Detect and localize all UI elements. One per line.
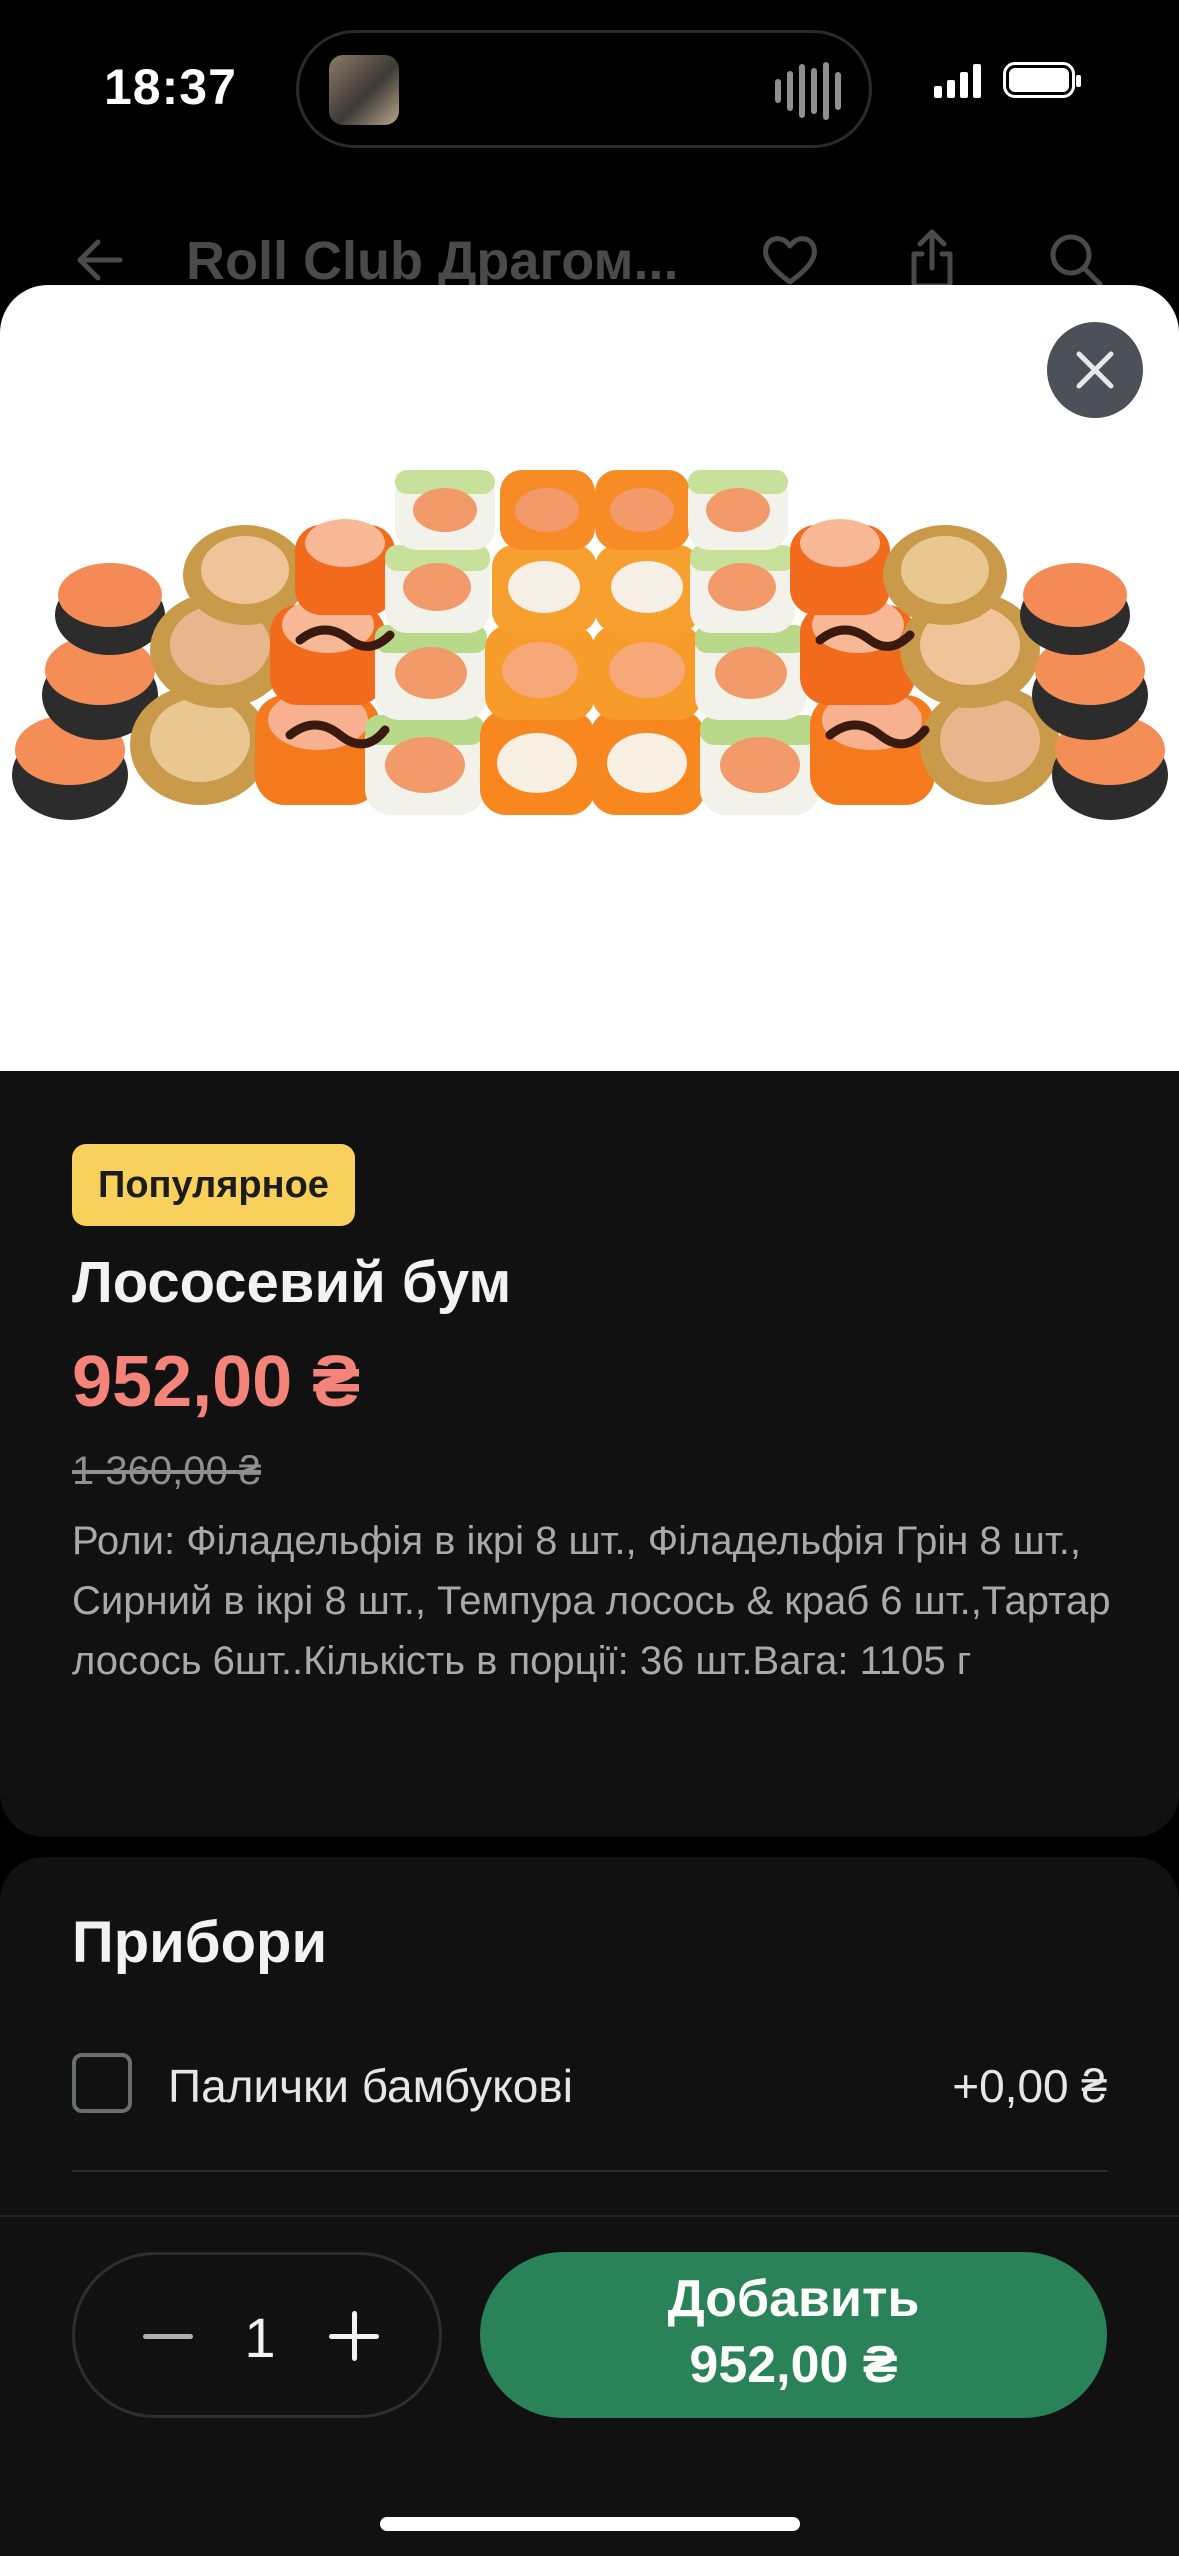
dynamic-island: [296, 30, 872, 148]
cellular-signal-icon: [934, 62, 981, 98]
add-button-price: 952,00 ₴: [689, 2336, 898, 2394]
status-bar: 18:37: [0, 0, 1179, 170]
popular-badge: Популярное: [72, 1144, 355, 1226]
restaurant-title: Roll Club Драгом...: [186, 231, 679, 291]
product-image-area: [0, 285, 1179, 1071]
status-time: 18:37: [104, 59, 237, 115]
chopsticks-checkbox[interactable]: [72, 2053, 132, 2113]
add-to-cart-button[interactable]: Добавить 952,00 ₴: [480, 2252, 1107, 2418]
product-description: Роли: Філадельфія в ікрі 8 шт., Філадель…: [72, 1519, 1111, 1683]
share-icon: [911, 229, 953, 289]
close-button[interactable]: [1047, 322, 1143, 418]
option-label: Палички бамбукові: [168, 2060, 573, 2112]
decrease-quantity-button[interactable]: [133, 2301, 203, 2371]
options-title: Прибори: [72, 1910, 328, 1975]
now-playing-artwork: [329, 55, 399, 125]
add-button-label: Добавить: [667, 2270, 920, 2328]
option-row-chopsticks[interactable]: Палички бамбукові +0,00 ₴: [72, 2045, 1107, 2125]
close-icon: [1076, 351, 1114, 389]
product-info-card: Популярное Лососевий бум 952,00 ₴ 1 360,…: [0, 1071, 1179, 1837]
minus-icon: [143, 2333, 193, 2339]
sushi-set-image: [12, 470, 1168, 820]
product-price: 952,00 ₴: [72, 1342, 361, 1422]
bottom-action-bar: 1 Добавить 952,00 ₴: [0, 2215, 1179, 2556]
arrow-left-icon: [77, 239, 123, 281]
product-old-price: 1 360,00 ₴: [72, 1449, 262, 1493]
heart-icon: [763, 236, 817, 285]
search-icon: [1050, 234, 1103, 287]
audio-waveform-icon: [775, 61, 841, 121]
increase-quantity-button[interactable]: [319, 2301, 389, 2371]
home-indicator[interactable]: [380, 2517, 800, 2531]
status-icons: [934, 62, 1081, 98]
quantity-value: 1: [244, 2306, 276, 2369]
quantity-stepper: 1: [72, 2252, 442, 2418]
battery-icon: [1003, 62, 1081, 98]
options-divider: [72, 2170, 1107, 2172]
option-price: +0,00 ₴: [952, 2060, 1107, 2112]
product-title: Лососевий бум: [72, 1250, 512, 1315]
